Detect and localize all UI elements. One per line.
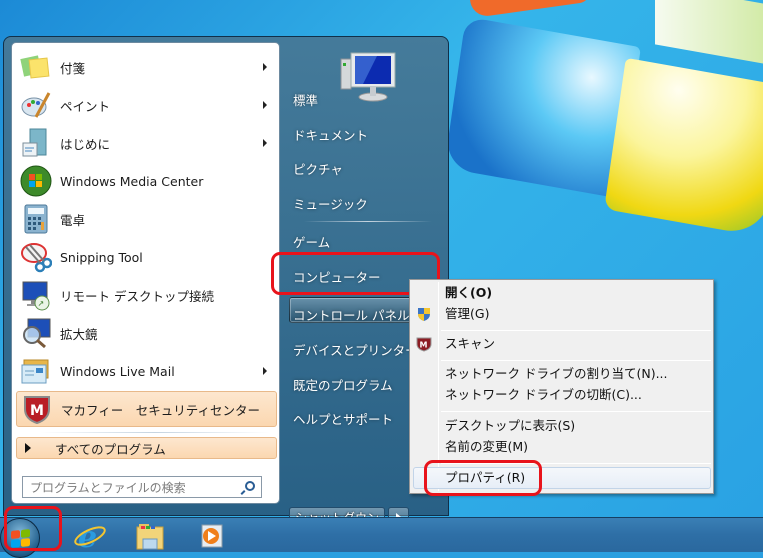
program-label: マカフィー セキュリティセンター	[61, 402, 261, 418]
submenu-arrow-icon[interactable]	[263, 367, 267, 375]
right-item-devices-printers[interactable]: デバイスとプリンター	[293, 340, 418, 359]
separator	[441, 411, 711, 412]
context-item-properties[interactable]: プロパティ(R)	[445, 468, 525, 488]
right-item-help-support[interactable]: ヘルプとサポート	[293, 409, 393, 428]
program-item-remote-desktop[interactable]: ↗ リモート デスクトップ接続	[16, 277, 277, 313]
windows-logo-icon	[10, 528, 30, 548]
context-item-open[interactable]: 開く(O)	[445, 283, 492, 303]
context-item-manage[interactable]: 管理(G)	[445, 304, 489, 324]
program-item-magnifier[interactable]: 拡大鏡	[16, 315, 277, 351]
search-icon[interactable]	[245, 481, 255, 491]
program-label: リモート デスクトップ接続	[60, 288, 214, 304]
calculator-icon	[20, 203, 52, 235]
search-placeholder: プログラムとファイルの検索	[30, 480, 186, 495]
right-item-documents[interactable]: ドキュメント	[293, 125, 368, 144]
program-item-media-center[interactable]: Windows Media Center	[16, 163, 277, 199]
right-item-games[interactable]: ゲーム	[293, 232, 330, 251]
taskbar-windows-explorer[interactable]	[125, 520, 175, 552]
program-item-mcafee[interactable]: M マカフィー セキュリティセンター	[16, 391, 277, 427]
all-programs-label: すべてのプログラム	[55, 441, 166, 457]
search-input[interactable]: プログラムとファイルの検索	[22, 476, 262, 498]
submenu-arrow-icon[interactable]	[263, 63, 267, 71]
right-item-computer[interactable]: コンピューター	[293, 267, 381, 286]
taskbar-media-player[interactable]	[186, 520, 236, 552]
separator	[40, 432, 270, 433]
snipping-tool-icon	[20, 241, 53, 273]
computer-icon	[337, 51, 399, 103]
program-item-windows-live-mail[interactable]: Windows Live Mail	[16, 353, 277, 389]
program-label: ペイント	[60, 98, 111, 114]
right-item-pictures[interactable]: ピクチャ	[293, 159, 343, 178]
separator	[441, 463, 711, 464]
context-item-rename[interactable]: 名前の変更(M)	[445, 437, 528, 457]
submenu-arrow-icon[interactable]	[263, 101, 267, 109]
svg-text:↗: ↗	[38, 299, 45, 308]
right-item-standard[interactable]: 標準	[293, 90, 318, 109]
wallpaper-flag-yellow	[604, 57, 763, 238]
getting-started-icon	[20, 127, 52, 159]
program-label: 拡大鏡	[60, 326, 98, 342]
program-item-getting-started[interactable]: はじめに	[16, 125, 277, 161]
svg-text:M: M	[30, 403, 44, 419]
program-label: 電卓	[60, 212, 86, 228]
programs-pane: 付箋 ペイント はじめに Windows Media Center 電卓 Sni…	[11, 42, 280, 504]
program-item-calculator[interactable]: 電卓	[16, 201, 277, 237]
right-item-control-panel[interactable]: コントロール パネル	[293, 305, 409, 324]
mail-icon	[20, 355, 52, 387]
context-item-map-network-drive[interactable]: ネットワーク ドライブの割り当て(N)...	[445, 364, 668, 384]
mcafee-icon: M	[21, 393, 53, 425]
svg-text:M: M	[420, 341, 428, 350]
taskbar-internet-explorer[interactable]: e	[64, 520, 114, 552]
all-programs-button[interactable]: すべてのプログラム	[16, 437, 277, 459]
wallpaper-flag-red	[470, 0, 590, 19]
separator	[304, 221, 432, 222]
context-item-show-on-desktop[interactable]: デスクトップに表示(S)	[445, 416, 575, 436]
submenu-arrow-icon[interactable]	[263, 139, 267, 147]
program-label: Windows Media Center	[60, 173, 204, 189]
start-button[interactable]	[0, 518, 40, 558]
separator	[441, 360, 711, 361]
sticky-notes-icon	[20, 51, 52, 83]
program-item-snipping-tool[interactable]: Snipping Tool	[16, 239, 277, 275]
media-player-icon	[201, 524, 223, 548]
svg-text:e: e	[78, 521, 97, 551]
mcafee-icon: M	[416, 336, 432, 352]
context-menu: 開く(O) 管理(G) M スキャン ネットワーク ドライブの割り当て(N)..…	[409, 279, 714, 494]
uac-shield-icon	[416, 306, 432, 322]
paint-icon	[20, 89, 52, 121]
program-label: はじめに	[60, 136, 111, 152]
magnifier-icon	[20, 317, 52, 349]
program-label: Windows Live Mail	[60, 363, 175, 379]
icon-gutter	[438, 282, 439, 491]
start-menu: 付箋 ペイント はじめに Windows Media Center 電卓 Sni…	[3, 36, 449, 527]
context-item-disconnect-network-drive[interactable]: ネットワーク ドライブの切断(C)...	[445, 385, 642, 405]
right-item-default-programs[interactable]: 既定のプログラム	[293, 375, 393, 394]
right-item-music[interactable]: ミュージック	[293, 194, 368, 213]
wallpaper-flag-green	[655, 0, 763, 66]
remote-desktop-icon: ↗	[20, 279, 52, 311]
expand-arrow-icon	[25, 443, 31, 453]
separator	[441, 330, 711, 331]
program-item-sticky-notes[interactable]: 付箋	[16, 49, 277, 85]
media-center-icon	[20, 165, 52, 197]
context-item-scan[interactable]: スキャン	[445, 334, 495, 354]
program-label: Snipping Tool	[60, 249, 143, 265]
program-label: 付箋	[60, 60, 86, 76]
taskbar: e	[0, 517, 763, 558]
folder-icon	[136, 524, 164, 550]
internet-explorer-icon: e	[74, 521, 106, 551]
program-item-paint[interactable]: ペイント	[16, 87, 277, 123]
